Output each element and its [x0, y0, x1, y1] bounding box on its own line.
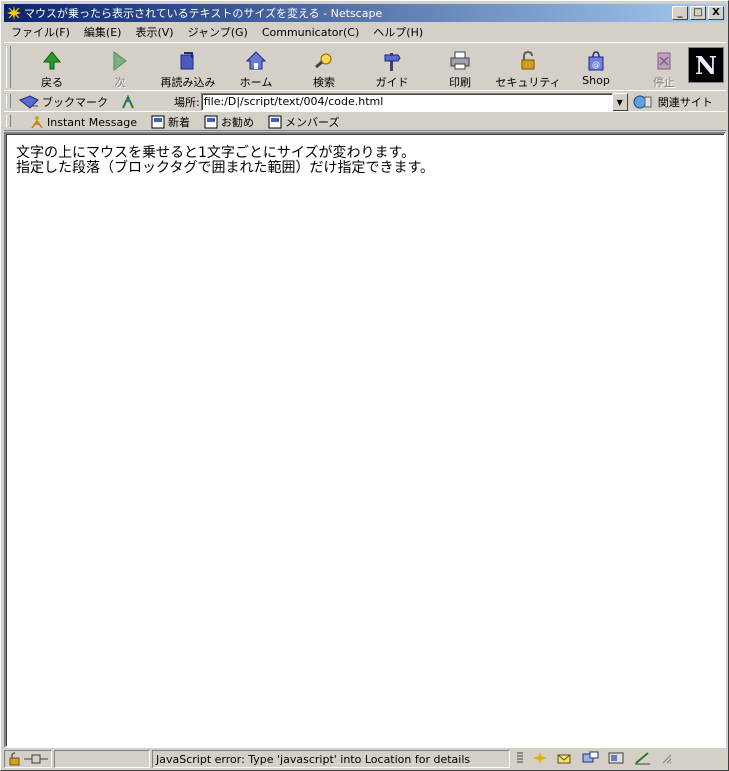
search-label: 検索 — [313, 76, 335, 89]
guide-button[interactable]: ガイド — [358, 45, 426, 91]
search-icon — [315, 53, 332, 69]
toolbar-grip[interactable] — [6, 46, 11, 88]
status-bar: JavaScript error: Type 'javascript' into… — [4, 749, 726, 769]
page-proxy-icon[interactable] — [120, 94, 136, 110]
window-controls: _ □ X — [672, 6, 724, 20]
related-sites-label: 関連サイト — [657, 96, 713, 109]
toolbar-grip[interactable] — [6, 115, 11, 127]
guide-label: ガイド — [375, 76, 409, 89]
search-button[interactable]: 検索 — [290, 45, 358, 91]
toolbar-grip[interactable] — [6, 94, 11, 108]
navigator-icon[interactable] — [532, 750, 548, 768]
related-sites-icon — [633, 95, 652, 109]
back-button[interactable]: 戻る — [18, 45, 86, 91]
printer-icon — [450, 51, 470, 70]
netscape-logo[interactable]: N — [688, 47, 724, 83]
title-bar[interactable]: マウスが乗ったら表示されているテキストのサイズを変える - Netscape _… — [4, 4, 726, 22]
svg-text:@: @ — [592, 60, 600, 69]
print-label: 印刷 — [449, 76, 471, 89]
security-status[interactable] — [4, 750, 52, 768]
netscape-icon — [6, 5, 22, 21]
address-book-icon[interactable] — [608, 751, 626, 768]
chevron-down-icon: ▼ — [616, 97, 623, 107]
menu-edit[interactable]: 編集(E) — [77, 24, 129, 40]
menu-view[interactable]: 表示(V) — [128, 24, 180, 40]
progress-meter — [54, 750, 150, 768]
home-button[interactable]: ホーム — [222, 45, 290, 91]
bookmark-members[interactable]: メンバーズ — [268, 114, 339, 130]
resize-grip-icon[interactable] — [660, 752, 672, 767]
menu-bar: ファイル(F) 編集(E) 表示(V) ジャンプ(G) Communicator… — [4, 23, 726, 41]
back-label: 戻る — [41, 76, 63, 89]
back-arrow-icon — [42, 51, 62, 70]
newsgroup-icon[interactable] — [582, 751, 600, 768]
bookmark-members-label: メンバーズ — [285, 116, 340, 129]
window-title: マウスが乗ったら表示されているテキストのサイズを変える - Netscape — [24, 7, 383, 20]
bookmark-recommended-label: お勧め — [221, 116, 254, 129]
home-label: ホーム — [239, 76, 273, 89]
shop-button[interactable]: @ Shop — [562, 45, 630, 91]
forward-arrow-icon — [113, 51, 127, 71]
bookmark-page-icon — [204, 115, 218, 129]
browser-window: マウスが乗ったら表示されているテキストのサイズを変える - Netscape _… — [0, 0, 729, 771]
stop-icon — [657, 52, 671, 70]
maximize-button[interactable]: □ — [690, 6, 706, 20]
bookmark-page-icon — [268, 115, 282, 129]
shop-bag-icon: @ — [588, 51, 604, 71]
related-sites-button[interactable]: 関連サイト — [632, 94, 713, 110]
forward-button[interactable]: 次 — [86, 45, 154, 91]
unlocked-icon — [9, 752, 20, 766]
status-message: JavaScript error: Type 'javascript' into… — [152, 750, 510, 768]
reload-icon — [180, 52, 194, 70]
location-toolbar: ブックマーク 場所: file:/D|/script/text/004/code… — [4, 90, 726, 112]
bookmark-recommended[interactable]: お勧め — [204, 114, 254, 130]
menu-file[interactable]: ファイル(F) — [4, 24, 77, 40]
instant-message-icon — [31, 116, 43, 129]
lock-icon — [521, 50, 535, 70]
shop-label: Shop — [582, 74, 610, 87]
security-button[interactable]: セキュリティ — [494, 45, 562, 91]
print-button[interactable]: 印刷 — [426, 45, 494, 91]
bookmark-page-icon — [151, 115, 165, 129]
minimize-button[interactable]: _ — [672, 6, 688, 20]
bookmark-icon — [19, 95, 39, 109]
instant-message-label: Instant Message — [47, 115, 137, 129]
security-label: セキュリティ — [495, 76, 561, 89]
reload-button[interactable]: 再読み込み — [154, 45, 222, 91]
instant-message-button[interactable]: Instant Message — [30, 115, 137, 129]
location-input[interactable]: file:/D|/script/text/004/code.html — [200, 93, 613, 111]
stop-label: 停止 — [653, 76, 675, 89]
mail-icon[interactable] — [556, 751, 574, 768]
forward-label: 次 — [114, 76, 126, 89]
close-button[interactable]: X — [708, 6, 724, 20]
bookmarks-label: ブックマーク — [42, 96, 108, 109]
personal-toolbar: Instant Message 新着 お勧め メンバーズ — [4, 111, 726, 131]
location-label: 場所: — [174, 96, 200, 109]
content-line[interactable]: 指定した段落（ブロックタグで囲まれた範囲）だけ指定できます。 — [16, 161, 714, 176]
connection-icon — [24, 754, 48, 764]
location-dropdown-button[interactable]: ▼ — [611, 93, 628, 111]
navigation-toolbar: 戻る 次 再読み込み ホーム 検索 ガイド 印刷 セキュリティ @ Shop 停… — [4, 42, 726, 92]
composer-icon[interactable] — [634, 751, 652, 768]
menu-help[interactable]: ヘルプ(H) — [366, 24, 430, 40]
bookmarks-button[interactable]: ブックマーク — [18, 94, 160, 110]
menu-go[interactable]: ジャンプ(G) — [181, 24, 255, 40]
menu-communicator[interactable]: Communicator(C) — [255, 26, 366, 39]
bookmark-whats-new-label: 新着 — [168, 116, 190, 129]
home-icon — [245, 51, 267, 70]
page-content[interactable]: 文字の上にマウスを乗せると1文字ごとにサイズが変わります。 指定した段落（ブロッ… — [4, 132, 726, 748]
guide-icon — [384, 53, 401, 71]
component-bar — [512, 750, 676, 768]
reload-label: 再読み込み — [160, 76, 216, 89]
bookmark-whats-new[interactable]: 新着 — [151, 114, 190, 130]
component-bar-grip[interactable] — [516, 751, 524, 768]
content-line[interactable]: 文字の上にマウスを乗せると1文字ごとにサイズが変わります。 — [16, 146, 714, 161]
